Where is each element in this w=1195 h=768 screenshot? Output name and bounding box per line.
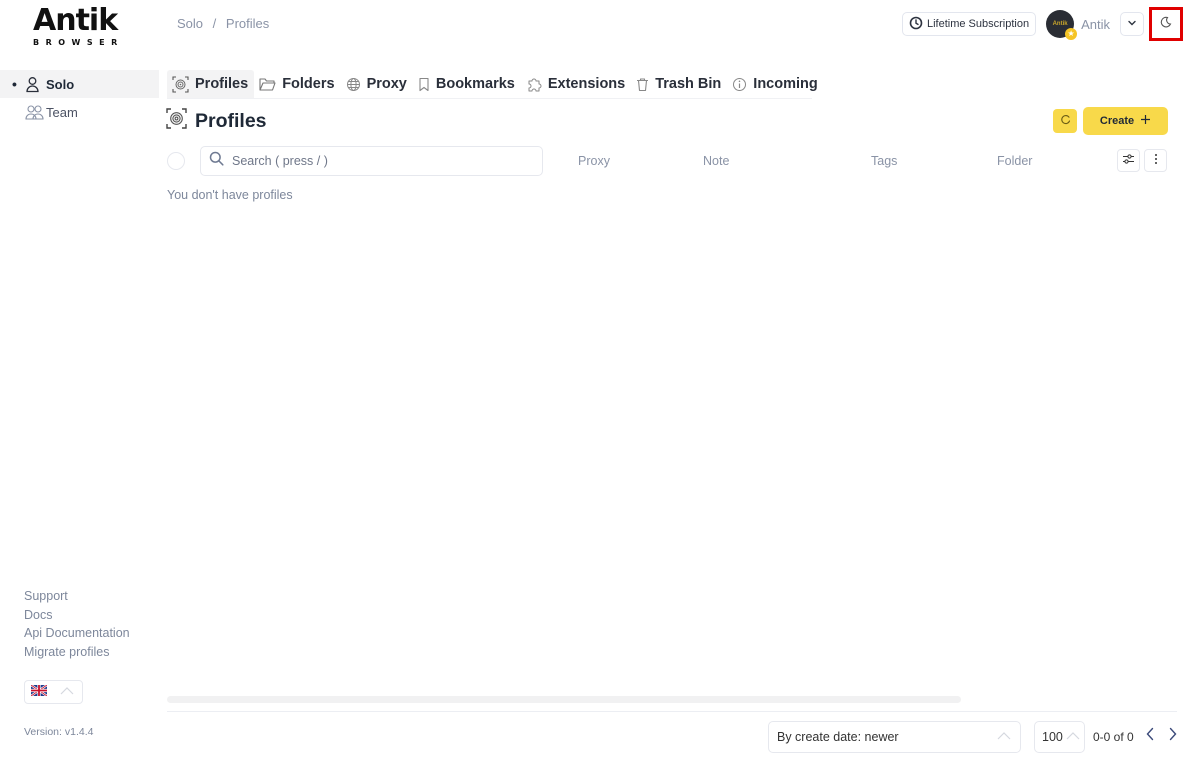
column-header-proxy[interactable]: Proxy bbox=[578, 154, 610, 168]
plus-icon bbox=[1140, 114, 1151, 128]
pagination-info: 0-0 of 0 bbox=[1093, 730, 1134, 744]
sliders-icon bbox=[1122, 152, 1135, 170]
tab-folders[interactable]: Folders bbox=[254, 70, 340, 98]
sidebar-item-label: Solo bbox=[46, 76, 75, 92]
users-icon bbox=[24, 104, 46, 121]
tab-divider bbox=[167, 98, 812, 99]
column-settings-button[interactable] bbox=[1117, 149, 1140, 172]
sidebar-links: Support Docs Api Documentation Migrate p… bbox=[24, 587, 130, 661]
empty-state-message: You don't have profiles bbox=[167, 188, 293, 202]
chevron-down-icon bbox=[1127, 15, 1137, 33]
sidebar-item-team[interactable]: Team bbox=[0, 98, 159, 126]
subscription-button[interactable]: Lifetime Subscription bbox=[901, 12, 1037, 36]
tab-label: Extensions bbox=[547, 76, 626, 92]
api-documentation-link[interactable]: Api Documentation bbox=[24, 624, 130, 643]
tab-bookmarks[interactable]: Bookmarks bbox=[413, 70, 521, 98]
more-options-button[interactable] bbox=[1144, 149, 1167, 172]
logo-wordmark: Antik bbox=[33, 3, 118, 38]
docs-link[interactable]: Docs bbox=[24, 606, 130, 625]
fingerprint-icon bbox=[172, 75, 189, 93]
tab-profiles[interactable]: Profiles bbox=[167, 70, 255, 98]
breadcrumb: Solo / Profiles bbox=[177, 16, 275, 31]
clock-icon bbox=[909, 16, 923, 33]
breadcrumb-profiles: Profiles bbox=[225, 16, 270, 31]
chevron-left-icon bbox=[1145, 727, 1155, 746]
tab-trash-bin[interactable]: Trash Bin bbox=[631, 70, 727, 98]
user-menu-button[interactable] bbox=[1120, 12, 1144, 36]
puzzle-icon bbox=[526, 76, 542, 92]
topbar-actions: Lifetime Subscription Antik ★ Antik bbox=[901, 7, 1183, 41]
user-name[interactable]: Antik bbox=[1081, 17, 1110, 32]
footer-divider bbox=[167, 711, 1177, 712]
tab-label: Incoming bbox=[753, 76, 818, 92]
logo-subtitle: BROWSER bbox=[33, 38, 124, 47]
logo[interactable]: Antik BROWSER bbox=[30, 6, 130, 48]
next-page-button[interactable] bbox=[1165, 727, 1181, 745]
tab-extensions[interactable]: Extensions bbox=[521, 70, 631, 98]
select-all-checkbox[interactable] bbox=[167, 152, 185, 170]
moon-icon bbox=[1160, 15, 1172, 33]
subscription-label: Lifetime Subscription bbox=[926, 18, 1030, 30]
folder-icon bbox=[259, 77, 276, 91]
info-icon bbox=[732, 77, 747, 92]
column-header-note[interactable]: Note bbox=[703, 154, 729, 168]
tab-label: Profiles bbox=[195, 76, 249, 92]
support-link[interactable]: Support bbox=[24, 587, 130, 606]
page-title-text: Profiles bbox=[195, 110, 267, 132]
globe-icon bbox=[346, 77, 361, 92]
refresh-icon bbox=[1060, 114, 1071, 128]
page-size-value: 100 bbox=[1042, 730, 1063, 744]
avatar-text: Antik bbox=[1052, 21, 1068, 27]
column-header-tags[interactable]: Tags bbox=[871, 154, 897, 168]
tab-label: Folders bbox=[282, 76, 335, 92]
sidebar: • Solo Team bbox=[0, 70, 159, 126]
theme-toggle-button[interactable] bbox=[1154, 12, 1178, 36]
search-icon bbox=[209, 151, 224, 171]
uk-flag-icon bbox=[30, 683, 48, 701]
tab-bar: Profiles Folders Proxy Bookmarks Extensi… bbox=[167, 70, 824, 98]
tab-label: Proxy bbox=[366, 76, 407, 92]
chevron-up-icon bbox=[59, 683, 75, 701]
theme-toggle-highlight bbox=[1149, 7, 1183, 41]
sort-value: By create date: newer bbox=[777, 730, 899, 744]
tab-incoming[interactable]: Incoming bbox=[727, 70, 823, 98]
chevron-up-icon bbox=[996, 730, 1012, 744]
chevron-right-icon bbox=[1168, 727, 1178, 746]
chevron-up-icon bbox=[1065, 730, 1081, 744]
page-title: Profiles bbox=[166, 108, 267, 135]
create-profile-button[interactable]: Create bbox=[1083, 107, 1168, 135]
search-box[interactable] bbox=[200, 146, 543, 176]
active-bullet: • bbox=[12, 76, 17, 92]
version-label: Version: v1.4.4 bbox=[24, 726, 94, 738]
horizontal-scrollbar[interactable] bbox=[167, 696, 961, 703]
migrate-profiles-link[interactable]: Migrate profiles bbox=[24, 643, 130, 662]
user-icon bbox=[24, 76, 46, 93]
sidebar-item-solo[interactable]: • Solo bbox=[0, 70, 159, 98]
tab-proxy[interactable]: Proxy bbox=[341, 70, 413, 98]
breadcrumb-separator: / bbox=[212, 16, 217, 31]
breadcrumb-solo[interactable]: Solo bbox=[177, 16, 203, 31]
sidebar-item-label: Team bbox=[46, 104, 78, 120]
trash-icon bbox=[636, 77, 649, 92]
tab-label: Trash Bin bbox=[655, 76, 722, 92]
sort-select[interactable]: By create date: newer bbox=[768, 721, 1021, 753]
more-vertical-icon bbox=[1154, 152, 1158, 170]
fingerprint-icon bbox=[166, 108, 187, 135]
search-input[interactable] bbox=[232, 154, 522, 168]
star-icon: ★ bbox=[1065, 28, 1078, 40]
page-size-select[interactable]: 100 bbox=[1034, 721, 1085, 753]
refresh-button[interactable] bbox=[1053, 109, 1077, 133]
language-selector[interactable] bbox=[24, 680, 83, 704]
avatar[interactable]: Antik ★ bbox=[1046, 10, 1078, 40]
tab-label: Bookmarks bbox=[435, 76, 515, 92]
column-header-folder[interactable]: Folder bbox=[997, 154, 1032, 168]
prev-page-button[interactable] bbox=[1142, 727, 1158, 745]
create-label: Create bbox=[1099, 115, 1135, 127]
bookmark-icon bbox=[418, 77, 430, 92]
